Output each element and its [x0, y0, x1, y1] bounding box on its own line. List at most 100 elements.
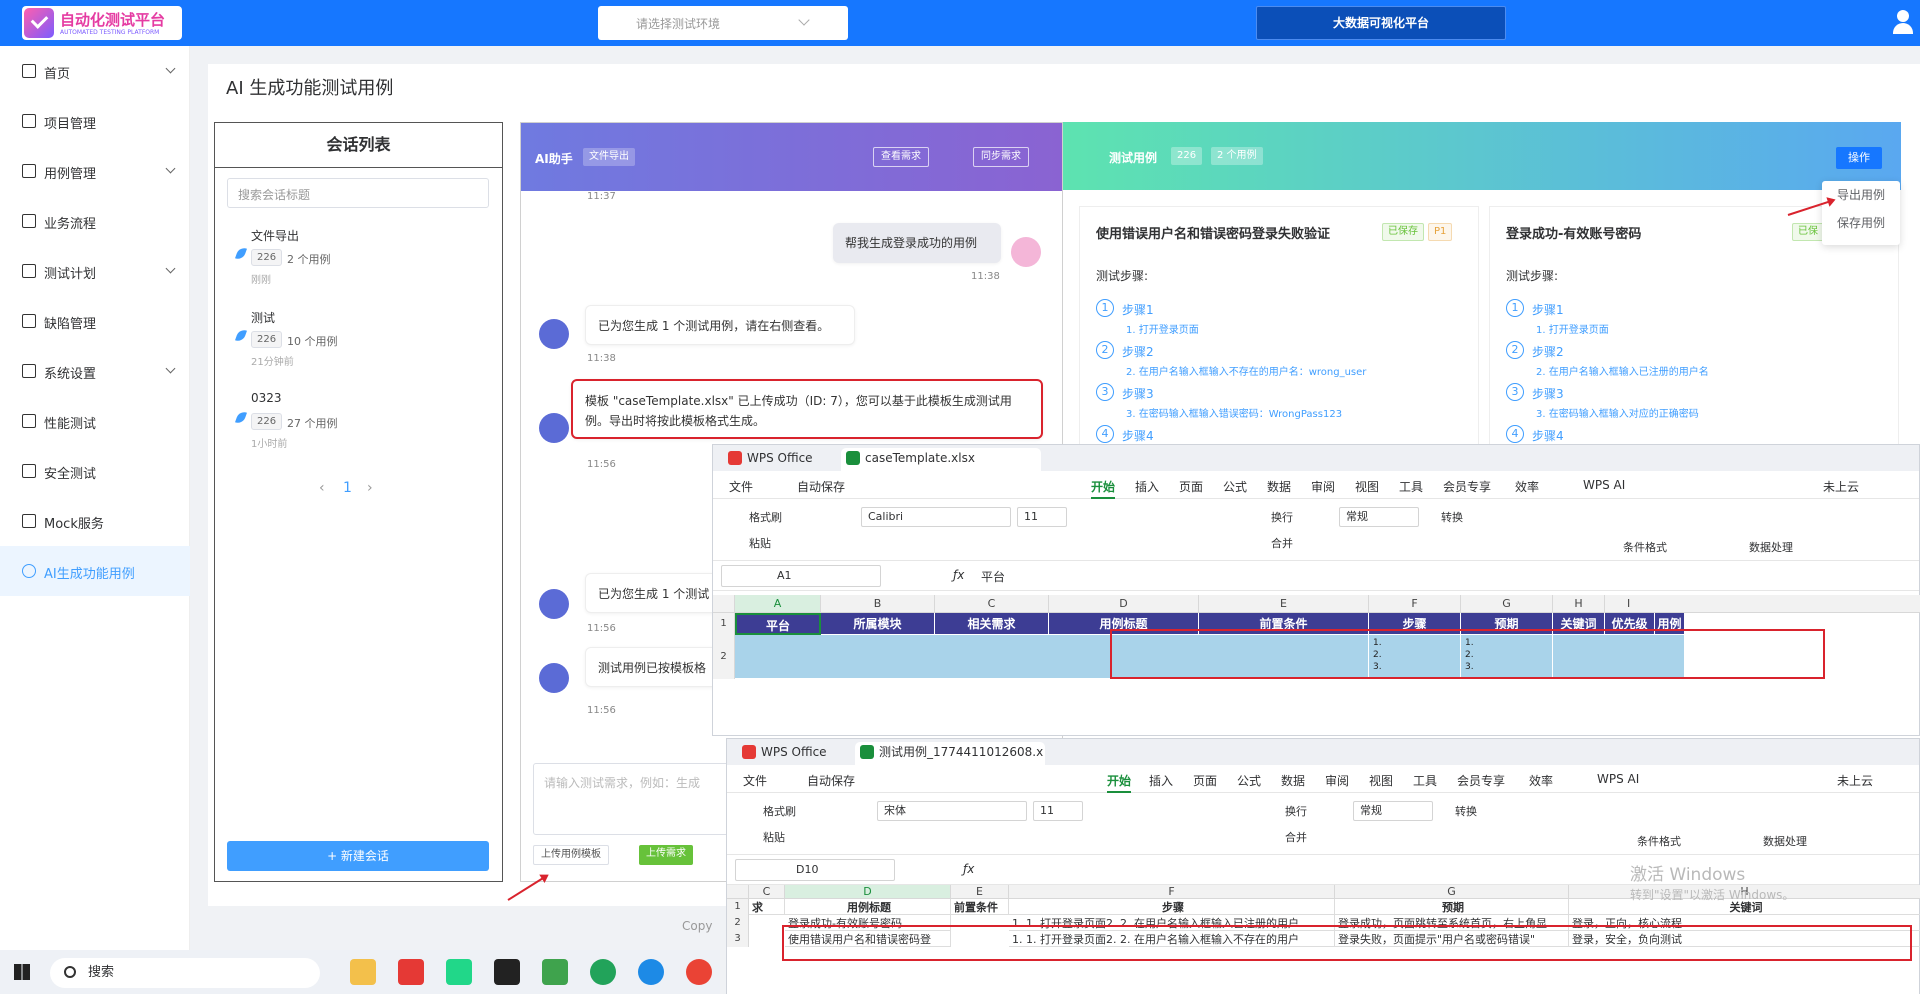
column-header[interactable]: G — [1461, 595, 1553, 613]
upload-requirement-button[interactable]: 上传需求 — [639, 845, 693, 865]
notepad-icon[interactable] — [542, 959, 568, 985]
column-header[interactable]: E — [951, 885, 1009, 899]
bigdata-platform-button[interactable]: 大数据可视化平台 — [1256, 6, 1506, 40]
menu-formula[interactable]: 公式 — [1223, 478, 1247, 495]
session-item[interactable]: 0323 226 27 个用例 1小时前 — [235, 391, 487, 471]
row-header[interactable]: 2 — [727, 915, 749, 931]
pycharm-icon[interactable] — [446, 959, 472, 985]
menu-efficiency[interactable]: 效率 — [1529, 772, 1553, 789]
sidebar-item-plans[interactable]: 测试计划 — [0, 246, 190, 296]
font-size-select[interactable]: 11 — [1017, 507, 1067, 527]
menu-page[interactable]: 页面 — [1193, 772, 1217, 789]
chrome-icon[interactable] — [686, 959, 712, 985]
cell-reference-box[interactable]: D10 — [735, 859, 895, 881]
row-header[interactable]: 3 — [727, 931, 749, 947]
menu-view[interactable]: 视图 — [1369, 772, 1393, 789]
page-number[interactable]: 1 — [343, 480, 352, 496]
column-header[interactable]: A — [735, 595, 821, 613]
session-item[interactable]: 文件导出 226 2 个用例 刚刚 — [235, 227, 487, 307]
menu-page[interactable]: 页面 — [1179, 478, 1203, 495]
function-icon[interactable]: ƒx — [963, 862, 974, 876]
menu-wps-ai[interactable]: WPS AI — [1597, 772, 1639, 786]
sync-requirement-button[interactable]: 同步需求 — [973, 147, 1029, 167]
cell[interactable]: 步骤 — [1009, 899, 1335, 915]
paste-button[interactable]: 粘贴 — [749, 535, 771, 551]
merge-button[interactable]: 合并 — [1271, 535, 1293, 551]
wps-file-tab[interactable]: caseTemplate.xlsx — [841, 448, 1041, 471]
merge-button[interactable]: 合并 — [1285, 829, 1307, 845]
taskbar-search[interactable]: 搜索 — [50, 958, 320, 988]
paste-button[interactable]: 粘贴 — [763, 829, 785, 845]
cell[interactable]: 平台 — [735, 613, 821, 635]
sidebar-item-cases[interactable]: 用例管理 — [0, 146, 190, 196]
environment-select[interactable]: 请选择测试环境 — [598, 6, 848, 40]
formula-content[interactable]: 平台 — [981, 568, 1005, 585]
menu-home[interactable]: 开始 — [1091, 478, 1116, 499]
menu-membership[interactable]: 会员专享 — [1443, 478, 1491, 495]
wrap-button[interactable]: 换行 — [1285, 803, 1307, 819]
data-process-button[interactable]: 数据处理 — [1749, 539, 1793, 555]
format-painter-button[interactable]: 格式刷 — [763, 803, 796, 819]
menu-cloud[interactable]: 未上云 — [1837, 772, 1873, 789]
menu-view[interactable]: 视图 — [1355, 478, 1379, 495]
format-painter-button[interactable]: 格式刷 — [749, 509, 782, 525]
font-family-select[interactable]: Calibri — [861, 507, 1011, 527]
sidebar-item-performance[interactable]: 性能测试 — [0, 396, 190, 446]
app-icon[interactable] — [590, 959, 616, 985]
user-icon[interactable] — [1892, 8, 1914, 36]
cell[interactable]: 所属模块 — [821, 613, 935, 635]
sidebar-item-settings[interactable]: 系统设置 — [0, 346, 190, 396]
save-cases-menu-item[interactable]: 保存用例 — [1822, 209, 1900, 237]
folder-icon[interactable] — [350, 959, 376, 985]
number-format-select[interactable]: 常规 — [1339, 507, 1419, 527]
menu-data[interactable]: 数据 — [1267, 478, 1291, 495]
menu-cloud[interactable]: 未上云 — [1823, 478, 1859, 495]
menu-wps-ai[interactable]: WPS AI — [1583, 478, 1625, 492]
row-header[interactable]: 1 — [727, 899, 749, 915]
menu-file[interactable]: 文件 — [743, 772, 767, 789]
convert-button[interactable]: 转换 — [1455, 803, 1477, 819]
sidebar-item-mock[interactable]: Mock服务 — [0, 496, 190, 546]
case-card[interactable]: 使用错误用户名和错误密码登录失败验证 已保存 P1 测试步骤: 1 步骤1 1. 打… — [1079, 206, 1479, 452]
session-search-input[interactable]: 搜索会话标题 — [227, 178, 489, 208]
function-icon[interactable]: ƒx — [953, 568, 964, 582]
terminal-icon[interactable] — [494, 959, 520, 985]
cell-reference-box[interactable]: A1 — [721, 565, 881, 587]
session-item[interactable]: 测试 226 10 个用例 21分钟前 — [235, 309, 487, 389]
conditional-format-button[interactable]: 条件格式 — [1623, 539, 1667, 555]
menu-tools[interactable]: 工具 — [1399, 478, 1423, 495]
sidebar-item-ai-cases[interactable]: AI生成功能用例 — [0, 546, 190, 596]
wps-icon[interactable] — [398, 959, 424, 985]
cell[interactable]: 前置条件 — [951, 899, 1009, 915]
wrap-button[interactable]: 换行 — [1271, 509, 1293, 525]
sidebar-item-defects[interactable]: 缺陷管理 — [0, 296, 190, 346]
menu-review[interactable]: 审阅 — [1311, 478, 1335, 495]
prev-page-icon[interactable]: ‹ — [319, 480, 325, 496]
font-family-select[interactable]: 宋体 — [877, 801, 1027, 821]
menu-insert[interactable]: 插入 — [1135, 478, 1159, 495]
menu-review[interactable]: 审阅 — [1325, 772, 1349, 789]
operation-button[interactable]: 操作 — [1836, 147, 1882, 169]
sidebar-item-security[interactable]: 安全测试 — [0, 446, 190, 496]
column-header[interactable]: I — [1605, 595, 1920, 613]
menu-membership[interactable]: 会员专享 — [1457, 772, 1505, 789]
cell[interactable]: 求 — [749, 899, 785, 915]
menu-file[interactable]: 文件 — [729, 478, 753, 495]
next-page-icon[interactable]: › — [367, 480, 373, 496]
column-header[interactable]: D — [1049, 595, 1199, 613]
column-header[interactable]: C — [935, 595, 1049, 613]
sidebar-item-flows[interactable]: 业务流程 — [0, 196, 190, 246]
data-process-button[interactable]: 数据处理 — [1763, 833, 1807, 849]
wps-home-tab[interactable]: WPS Office — [723, 448, 833, 471]
sidebar-item-home[interactable]: 首页 — [0, 46, 190, 96]
menu-home[interactable]: 开始 — [1107, 772, 1132, 793]
column-header[interactable]: F — [1369, 595, 1461, 613]
menu-formula[interactable]: 公式 — [1237, 772, 1261, 789]
conditional-format-button[interactable]: 条件格式 — [1637, 833, 1681, 849]
cell[interactable]: 预期 — [1335, 899, 1569, 915]
wps-file-tab[interactable]: 测试用例_17744110126​08.x — [855, 742, 1045, 765]
cell[interactable]: 用例标题 — [785, 899, 951, 915]
menu-insert[interactable]: 插入 — [1149, 772, 1173, 789]
sidebar-item-projects[interactable]: 项目管理 — [0, 96, 190, 146]
wps-home-tab[interactable]: WPS Office — [737, 742, 847, 765]
